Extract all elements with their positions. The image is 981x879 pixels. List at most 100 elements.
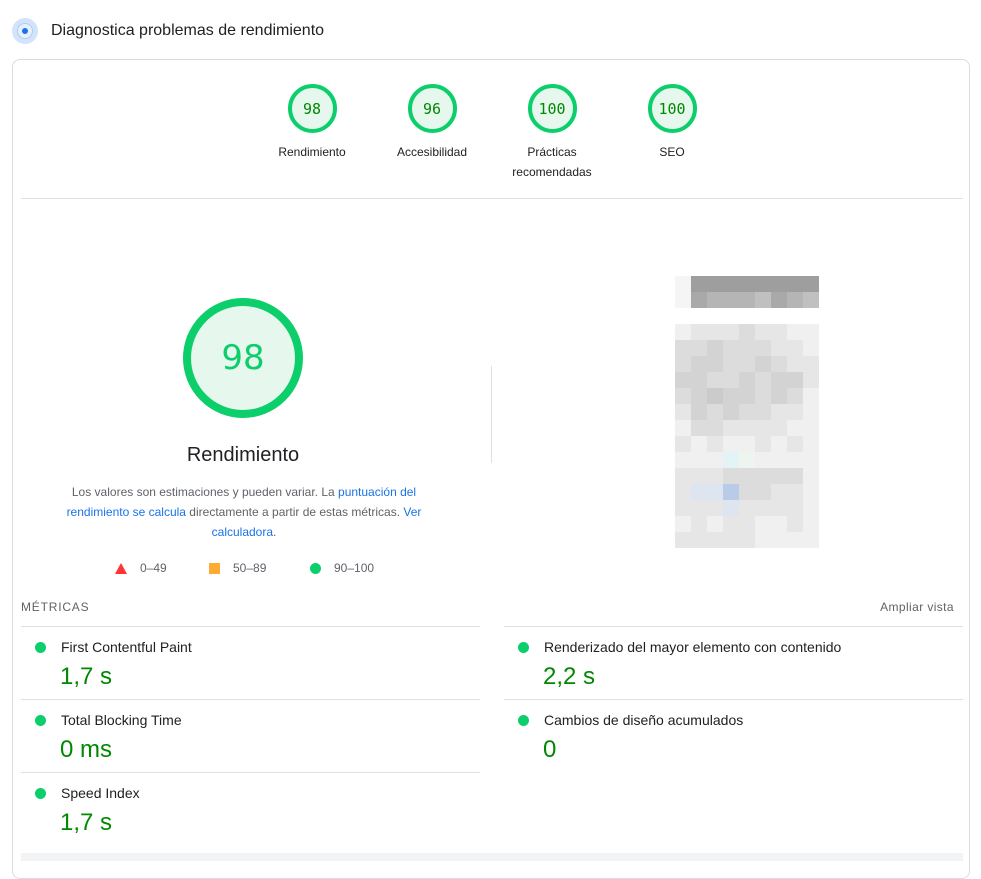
thumbnail-pixel <box>691 452 707 468</box>
thumbnail-pixel <box>787 388 803 404</box>
divider <box>21 626 480 627</box>
thumbnail-pixel <box>787 276 803 292</box>
description-text: Los valores son estimaciones y pueden va… <box>71 485 339 499</box>
thumbnail-pixel <box>739 356 755 372</box>
thumbnail-pixel <box>675 532 691 548</box>
thumbnail-pixel <box>771 532 787 548</box>
thumbnail-pixel <box>803 372 819 388</box>
circle-icon <box>310 562 321 574</box>
thumbnail-pixel <box>691 500 707 516</box>
thumbnail-pixel <box>723 404 739 420</box>
thumbnail-pixel <box>707 324 723 340</box>
thumbnail-pixel <box>755 500 771 516</box>
thumbnail-pixel <box>803 452 819 468</box>
metrics-heading: MÉTRICAS <box>21 600 90 614</box>
thumbnail-pixel <box>707 308 723 324</box>
section-header: Diagnostica problemas de rendimiento <box>12 16 324 46</box>
thumbnail-pixel <box>787 404 803 420</box>
metric-value: 1,7 s <box>60 809 113 836</box>
metric-value: 0 ms <box>60 736 113 763</box>
thumbnail-pixel <box>771 292 787 308</box>
divider <box>504 626 963 627</box>
thumbnail-pixel <box>739 276 755 292</box>
thumbnail-pixel <box>675 516 691 532</box>
thumbnail-pixel <box>755 308 771 324</box>
thumbnail-pixel <box>755 420 771 436</box>
thumbnail-pixel <box>723 452 739 468</box>
thumbnail-pixel <box>707 372 723 388</box>
thumbnail-pixel <box>691 484 707 500</box>
gauge-accesibilidad[interactable]: 96 Accesibilidad <box>372 84 492 162</box>
thumbnail-pixel <box>691 468 707 484</box>
thumbnail-pixel <box>723 308 739 324</box>
thumbnail-pixel <box>739 452 755 468</box>
thumbnail-pixel <box>771 468 787 484</box>
thumbnail-pixel <box>707 500 723 516</box>
thumbnail-pixel <box>739 516 755 532</box>
thumbnail-pixel <box>771 420 787 436</box>
legend-range: 50–89 <box>233 561 267 575</box>
performance-title: Rendimiento <box>186 444 300 466</box>
thumbnail-pixel <box>787 532 803 548</box>
thumbnail-pixel <box>771 500 787 516</box>
thumbnail-pixel <box>723 276 739 292</box>
gauge-label: Prácticas recomendadas <box>512 145 592 179</box>
thumbnail-pixel <box>739 324 755 340</box>
thumbnail-pixel <box>803 308 819 324</box>
gauge-seo[interactable]: 100 SEO <box>612 84 732 162</box>
legend-pass: 90–100 <box>310 561 374 575</box>
gauge-score: 98 <box>287 84 337 133</box>
thumbnail-pixel <box>771 372 787 388</box>
thumbnail-pixel <box>755 356 771 372</box>
metric-name: First Contentful Paint <box>61 639 192 655</box>
thumbnail-pixel <box>707 436 723 452</box>
thumbnail-pixel <box>787 436 803 452</box>
thumbnail-pixel <box>803 356 819 372</box>
legend-fail: 0–49 <box>115 561 167 575</box>
thumbnail-pixel <box>755 388 771 404</box>
thumbnail-pixel <box>771 340 787 356</box>
thumbnail-pixel <box>803 484 819 500</box>
thumbnail-pixel <box>723 372 739 388</box>
legend-range: 90–100 <box>334 561 375 575</box>
thumbnail-pixel <box>675 340 691 356</box>
gauge-rendimiento[interactable]: 98 Rendimiento <box>252 84 372 162</box>
thumbnail-pixel <box>755 404 771 420</box>
thumbnail-pixel <box>771 324 787 340</box>
thumbnail-pixel <box>675 420 691 436</box>
thumbnail-pixel <box>787 452 803 468</box>
thumbnail-pixel <box>787 468 803 484</box>
expand-view-toggle[interactable]: Ampliar vista <box>880 600 954 614</box>
thumbnail-pixel <box>675 372 691 388</box>
thumbnail-pixel <box>739 468 755 484</box>
thumbnail-pixel <box>675 500 691 516</box>
gauge-practicas-recomendadas[interactable]: 100 Prácticas recomendadas <box>492 84 612 182</box>
thumbnail-pixel <box>771 356 787 372</box>
thumbnail-pixel <box>755 532 771 548</box>
thumbnail-pixel <box>691 356 707 372</box>
thumbnail-pixel <box>691 292 707 308</box>
pass-indicator-icon <box>518 715 529 726</box>
thumbnail-pixel <box>739 372 755 388</box>
thumbnail-pixel <box>787 484 803 500</box>
thumbnail-pixel <box>675 324 691 340</box>
thumbnail-pixel <box>691 372 707 388</box>
thumbnail-pixel <box>691 532 707 548</box>
thumbnail-pixel <box>691 388 707 404</box>
thumbnail-pixel <box>787 500 803 516</box>
thumbnail-pixel <box>739 484 755 500</box>
thumbnail-pixel <box>803 516 819 532</box>
thumbnail-pixel <box>771 276 787 292</box>
gauge-label: Rendimiento <box>278 145 346 159</box>
thumbnail-pixel <box>707 276 723 292</box>
thumbnail-pixel <box>803 404 819 420</box>
divider <box>21 699 480 700</box>
lighthouse-icon <box>12 18 38 44</box>
bottom-strip <box>21 853 963 861</box>
thumbnail-pixel <box>691 404 707 420</box>
thumbnail-pixel <box>739 436 755 452</box>
thumbnail-pixel <box>755 292 771 308</box>
thumbnail-pixel <box>803 532 819 548</box>
thumbnail-pixel <box>803 420 819 436</box>
thumbnail-pixel <box>675 308 691 324</box>
